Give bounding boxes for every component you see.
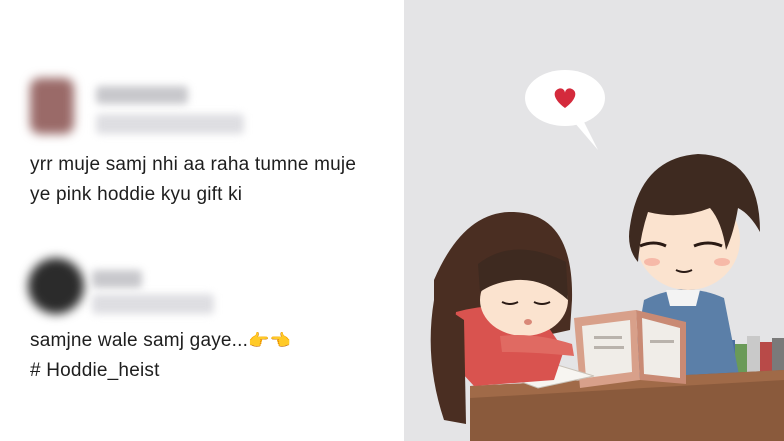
couple-illustration [404, 0, 784, 441]
comment-line: # Hoddie_heist [30, 360, 160, 381]
user-meta-blurred [96, 114, 244, 134]
speech-bubble [525, 70, 605, 150]
comment-line: ye pink hoddie kyu gift ki [30, 184, 243, 205]
user-meta-blurred [92, 294, 214, 314]
illustration-svg [430, 70, 784, 441]
comment-line-text: samjne wale samj gaye... [30, 330, 249, 351]
avatar[interactable] [28, 258, 84, 314]
comment-line: yrr muje samj nhi aa raha tumne muje [30, 154, 357, 175]
comment-text: samjne wale samj gaye...👉👈 # Hoddie_heis… [30, 326, 291, 386]
username-blurred[interactable] [92, 270, 142, 288]
pointing-fingers-emoji: 👉👈 [248, 331, 291, 350]
avatar[interactable] [30, 78, 74, 134]
comment-panel: yrr muje samj nhi aa raha tumne muje ye … [0, 0, 404, 441]
username-blurred[interactable] [96, 86, 188, 104]
comment-text: yrr muje samj nhi aa raha tumne muje ye … [30, 150, 356, 210]
comment-line: samjne wale samj gaye...👉👈 [30, 326, 291, 356]
